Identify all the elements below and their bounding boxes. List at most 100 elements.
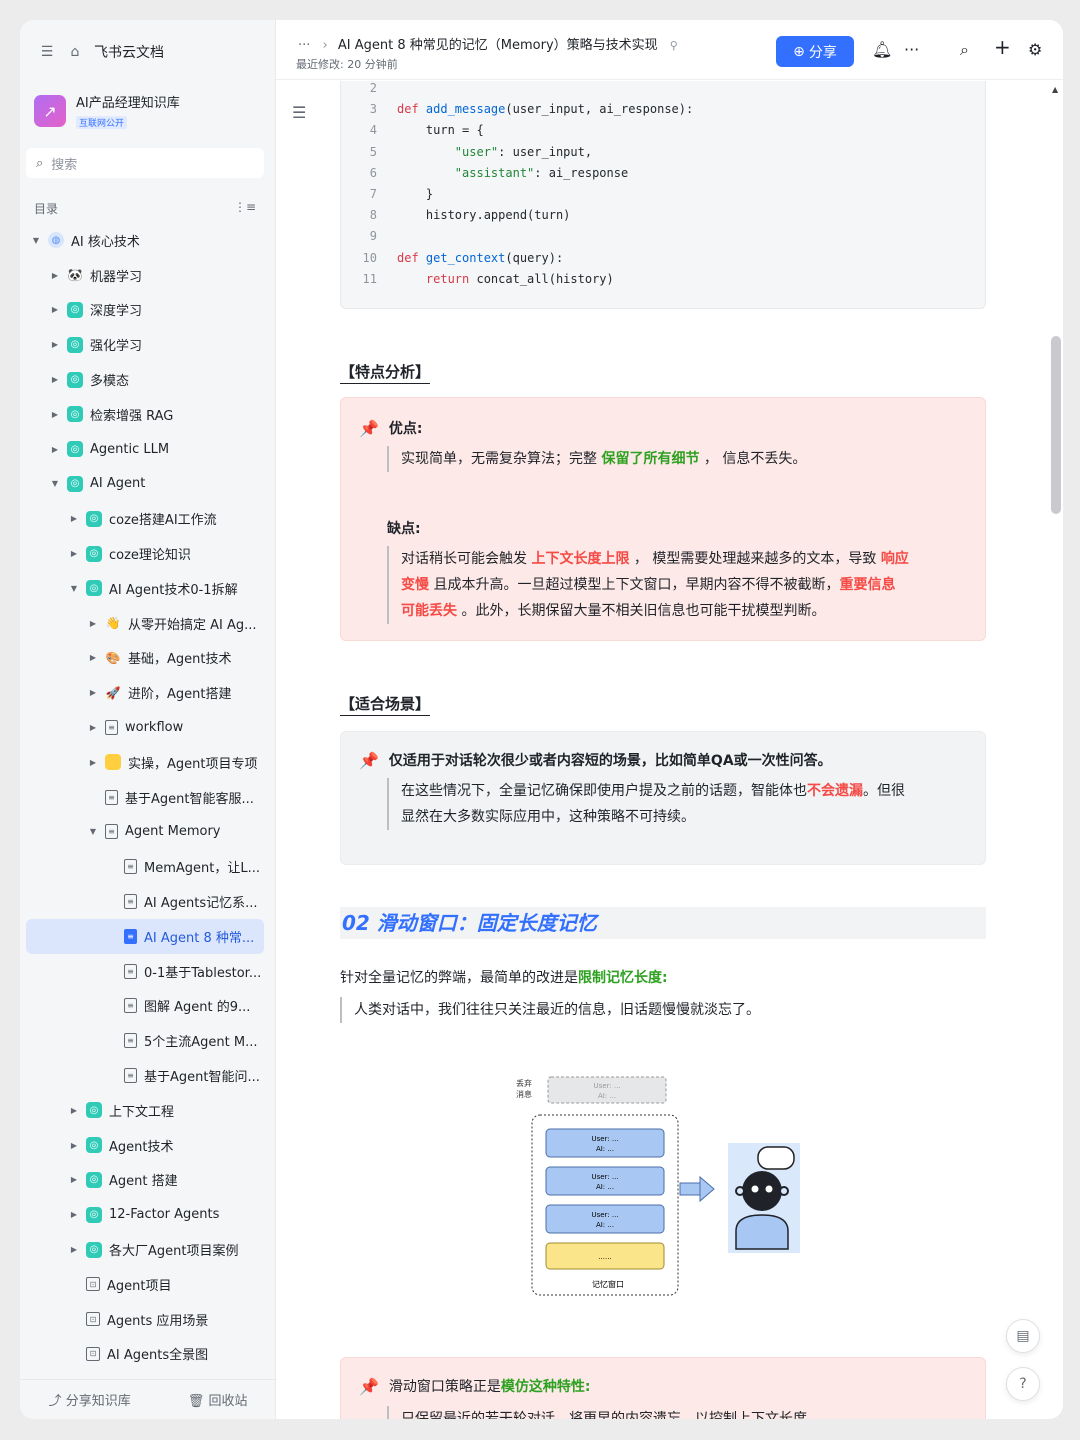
sidebar-item[interactable]: ▶ ◎ coze理论知识	[26, 536, 264, 571]
knowledge-base-header[interactable]: ↗ AI产品经理知识库 互联网公开	[34, 92, 180, 130]
caret-right-icon[interactable]: ▶	[68, 1141, 80, 1150]
sidebar-item[interactable]: ≡ AI Agent 8 种常...	[26, 918, 264, 954]
scrollbar[interactable]: ▲ ▼	[1051, 85, 1061, 1419]
notification-bell-icon[interactable]: 🔔︎	[872, 40, 892, 59]
sidebar-item[interactable]: ⊡ Agent项目	[26, 1267, 264, 1302]
sidebar-item-label: Agentic LLM	[90, 441, 170, 457]
code-token: def	[397, 102, 426, 117]
sidebar-item-label: 基于Agent智能问...	[144, 1070, 260, 1086]
caret-right-icon[interactable]: ▶	[68, 1210, 80, 1219]
document-icon: ≡	[105, 789, 118, 805]
caret-right-icon[interactable]: ▶	[68, 514, 80, 523]
scrollbar-thumb[interactable]	[1051, 336, 1061, 514]
knowledge-base-icon: ◎	[86, 1137, 102, 1154]
toc-label: 目录	[34, 202, 59, 216]
sidebar-item[interactable]: ≡ 基于Agent智能问...	[26, 1058, 264, 1093]
knowledge-base-icon: ◎	[67, 406, 83, 423]
home-icon[interactable]: ⌂	[66, 43, 84, 61]
caret-right-icon[interactable]: ▶	[87, 688, 99, 697]
sidebar-item[interactable]: ▶ ◎ 强化学习	[26, 327, 264, 362]
sidebar-item[interactable]: ▶ ◎ Agentic LLM	[26, 432, 264, 467]
code-line: 8 history.append(turn)	[341, 205, 571, 226]
sidebar-item-label: 多模态	[90, 374, 130, 390]
sidebar-item-label: 5个主流Agent M...	[144, 1035, 258, 1051]
caret-right-icon[interactable]: ▶	[49, 410, 61, 419]
sidebar-item[interactable]: ▶ ◎ Agent技术	[26, 1128, 264, 1163]
caret-down-icon[interactable]: ▼	[30, 236, 42, 245]
scroll-up-icon[interactable]: ▲	[1052, 85, 1058, 94]
sidebar-item[interactable]: ≡ 0-1基于Tablestor...	[26, 954, 264, 989]
caret-right-icon[interactable]: ▶	[87, 619, 99, 628]
caret-right-icon[interactable]: ▶	[49, 375, 61, 384]
sidebar-item[interactable]: ≡ 基于Agent智能客服...	[26, 780, 264, 815]
share-kb-button[interactable]: ⤴ 分享知识库	[49, 1390, 131, 1409]
caret-down-icon[interactable]: ▼	[68, 584, 80, 593]
caret-right-icon[interactable]: ▶	[87, 723, 99, 732]
sidebar-item[interactable]: ▶ 🚀 进阶，Agent搭建	[26, 675, 264, 710]
sidebar-item[interactable]: ≡ 图解 Agent 的9...	[26, 989, 264, 1024]
svg-text:AI: ...: AI: ...	[596, 1145, 614, 1153]
sidebar-item[interactable]: ▼ ◎ AI Agent	[26, 467, 264, 502]
sidebar-item[interactable]: ▼ ≡ Agent Memory	[26, 815, 264, 850]
outline-toggle-icon[interactable]: ☰	[292, 103, 306, 122]
caret-down-icon[interactable]: ▼	[49, 479, 61, 488]
toc-options-icon[interactable]: ⋮≡	[234, 200, 256, 217]
caret-right-icon[interactable]: ▶	[87, 653, 99, 662]
doc-info-button[interactable]: ▤	[1006, 1319, 1040, 1353]
more-breadcrumb-icon[interactable]: ···	[298, 38, 310, 53]
code-line: 6 "assistant": ai_response	[341, 163, 628, 184]
emoji-icon: 🐼	[67, 268, 83, 283]
sidebar-item[interactable]: ▶ ◎ 多模态	[26, 362, 264, 397]
last-modified: 最近修改: 20 分钟前	[296, 58, 398, 71]
search-input[interactable]: ⌕ 搜索	[26, 148, 264, 178]
sidebar-item[interactable]: ≡ AI Agents记忆系...	[26, 884, 264, 919]
share-button[interactable]: ⊕ 分享	[776, 36, 854, 67]
collapse-sidebar-icon[interactable]: ☰	[38, 43, 56, 61]
caret-right-icon[interactable]: ▶	[68, 1175, 80, 1184]
sidebar-item[interactable]: ▶ 🎨 基础，Agent技术	[26, 641, 264, 676]
more-options-icon[interactable]: ···	[904, 40, 919, 59]
sidebar-item[interactable]: ▼ ◎ AI Agent技术0-1拆解	[26, 571, 264, 606]
sidebar-item[interactable]: ▶ 🐼 机器学习	[26, 258, 264, 293]
sidebar-item[interactable]: ▶ ◎ 检索增强 RAG	[26, 397, 264, 432]
sidebar-item[interactable]: ▶ ◎ 12-Factor Agents	[26, 1197, 264, 1232]
code-block[interactable]: 2 3 def add_message(user_input, ai_respons…	[340, 81, 986, 309]
sidebar-item[interactable]: ≡ 5个主流Agent M...	[26, 1023, 264, 1058]
caret-right-icon[interactable]: ▶	[49, 271, 61, 280]
help-button[interactable]: ?	[1006, 1367, 1040, 1401]
trash-button[interactable]: 🗑 回收站	[188, 1390, 248, 1409]
pin-icon[interactable]: ⚲	[670, 39, 678, 52]
sidebar-item[interactable]: ▶ ≡ workflow	[26, 710, 264, 745]
sidebar-item[interactable]: ▶ ◎ 深度学习	[26, 293, 264, 328]
caret-right-icon[interactable]: ▶	[49, 340, 61, 349]
sidebar-item[interactable]: ≡ MemAgent，让L...	[26, 849, 264, 884]
add-icon[interactable]: +	[994, 35, 1011, 59]
folder-icon	[105, 754, 121, 771]
sidebar-item[interactable]: ▼ ◍ AI 核心技术	[26, 223, 264, 258]
sidebar-item[interactable]: ▶ ◎ 上下文工程	[26, 1093, 264, 1128]
caret-right-icon[interactable]: ▶	[49, 305, 61, 314]
caret-right-icon[interactable]: ▶	[68, 1106, 80, 1115]
sidebar-item[interactable]: ▶ 实操，Agent项目专项	[26, 745, 264, 780]
sidebar-item[interactable]: ⊡ Agents 应用场景	[26, 1302, 264, 1337]
knowledge-base-icon: ◎	[67, 336, 83, 353]
sidebar-item[interactable]: ⊡ AI Agents全景图	[26, 1337, 264, 1372]
caret-right-icon[interactable]: ▶	[49, 445, 61, 454]
caret-right-icon[interactable]: ▶	[68, 1245, 80, 1254]
sidebar-item[interactable]: ▶ ◎ 各大厂Agent项目案例	[26, 1232, 264, 1267]
sidebar-item-label: 基于Agent智能客服...	[125, 791, 254, 807]
caret-right-icon[interactable]: ▶	[68, 549, 80, 558]
caret-right-icon[interactable]: ▶	[87, 758, 99, 767]
settings-gear-icon[interactable]: ⚙	[1028, 40, 1042, 59]
sidebar-item-label: coze搭建AI工作流	[109, 513, 217, 529]
sidebar-item[interactable]: ▶ ◎ Agent 搭建	[26, 1163, 264, 1198]
sidebar-item[interactable]: ▶ ◎ coze搭建AI工作流	[26, 501, 264, 536]
app-name[interactable]: 飞书云文档	[94, 42, 164, 62]
sidebar-item[interactable]: ▶ 👋 从零开始搞定 AI Ag...	[26, 606, 264, 641]
document-icon: ≡	[105, 824, 118, 840]
sidebar-item-label: 强化学习	[90, 339, 143, 355]
caret-down-icon[interactable]: ▼	[87, 827, 99, 836]
search-icon[interactable]: ⌕	[960, 40, 969, 60]
doc-title[interactable]: AI Agent 8 种常见的记忆（Memory）策略与技术实现	[338, 38, 658, 53]
